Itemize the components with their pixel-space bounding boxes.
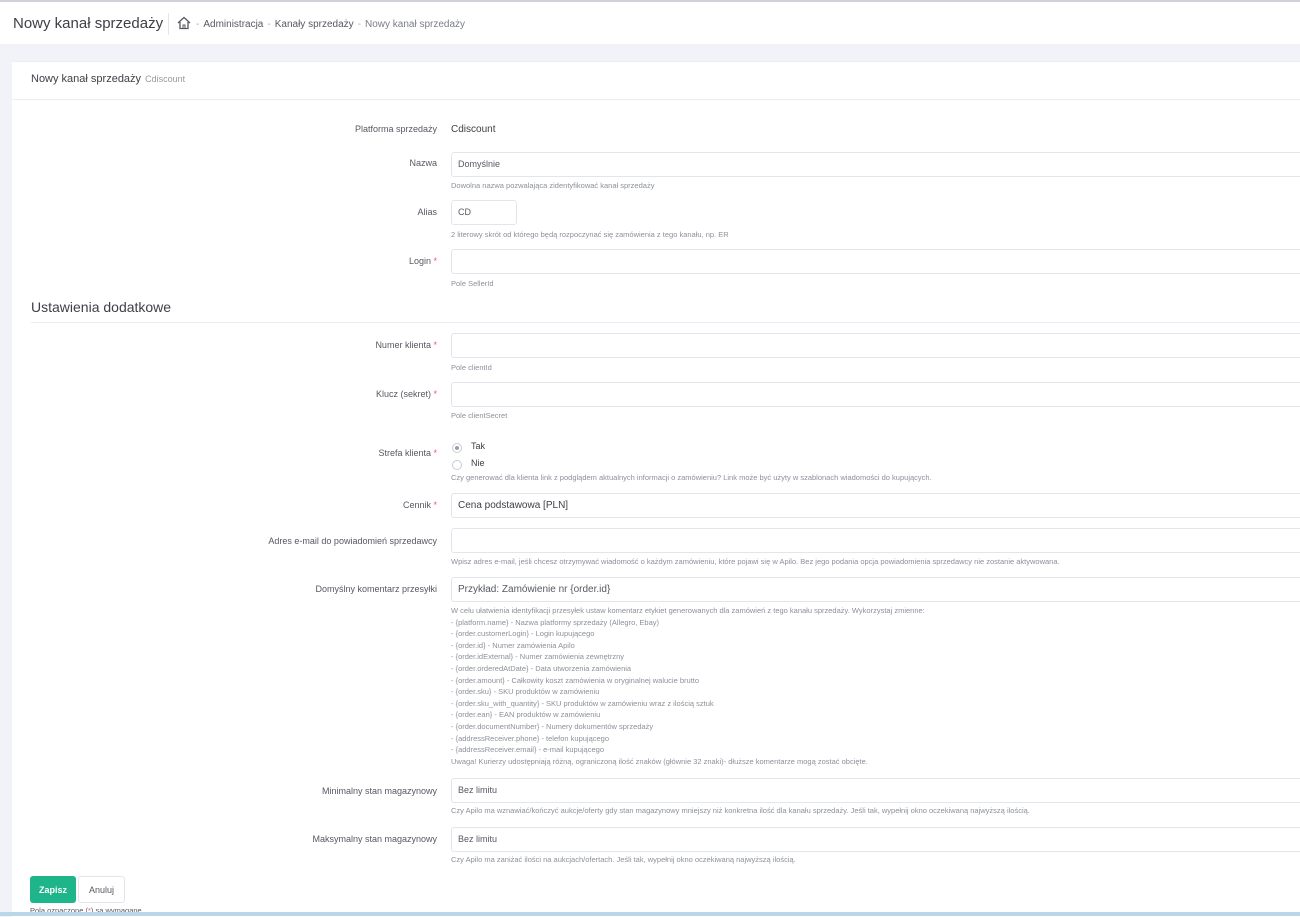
section-title: Ustawienia dodatkowe: [31, 299, 172, 315]
comment-hint-line: Uwaga! Kurierzy udostępniają różną, ogra…: [451, 756, 868, 766]
alias-input[interactable]: CD: [451, 200, 517, 225]
section-divider: [31, 322, 1300, 323]
comment-label: Domyślny komentarz przesyłki: [315, 584, 437, 594]
secret-key-label: Klucz (sekret) *: [375, 389, 437, 399]
platform-label: Platforma sprzedaży: [354, 124, 437, 134]
login-hint: Pole SellerId: [451, 279, 494, 288]
comment-hint-line: - {order.amount} - Całkowity koszt zamów…: [451, 675, 700, 685]
min-stock-input[interactable]: Bez limitu: [451, 778, 1300, 803]
client-number-label: Numer klienta *: [375, 340, 437, 350]
client-zone-option-tak[interactable]: Tak: [471, 441, 485, 451]
comment-hint-line: - {order.id} - Numer zamówienia Apilo: [451, 640, 575, 650]
bottom-scroll-bar: [0, 912, 1300, 916]
client-zone-radio-nie[interactable]: [452, 460, 462, 470]
comment-hint-line: - {order.sku} - SKU produktów w zamówien…: [451, 687, 600, 697]
comment-hint-line: - {addressReceiver.email} - e-mail kupuj…: [451, 745, 604, 755]
email-input[interactable]: [451, 528, 1300, 553]
client-zone-option-nie[interactable]: Nie: [471, 458, 485, 468]
client-number-input[interactable]: [451, 333, 1300, 358]
alias-label: Alias: [417, 207, 437, 217]
max-stock-label: Maksymalny stan magazynowy: [312, 834, 437, 844]
name-input[interactable]: Domyślnie: [451, 152, 1300, 177]
comment-input[interactable]: Przykład: Zamówienie nr {order.id}: [451, 577, 1300, 602]
form-card: Nowy kanał sprzedaży Cdiscount Platforma …: [12, 61, 1300, 917]
name-label: Nazwa: [409, 158, 437, 168]
max-stock-hint: Czy Apilo ma zaniżać ilości na aukcjach/…: [451, 855, 796, 864]
breadcrumb-current: Nowy kanał sprzedaży: [365, 19, 466, 30]
login-input[interactable]: [451, 249, 1300, 274]
comment-hint-line: - {order.idExternal} - Numer zamówienia …: [451, 652, 624, 662]
email-label: Adres e-mail do powiadomień sprzedawcy: [268, 536, 437, 546]
comment-hint-line: - {order.customerLogin} - Login kupujące…: [451, 629, 595, 639]
comment-hint: W celu ułatwienia identyfikacji przesyłe…: [451, 605, 925, 767]
breadcrumb: - Administracja - Kanały sprzedaży - Nowy kan…: [196, 19, 466, 30]
comment-hint-line: - {addressReceiver.phone} - telefon kupu…: [451, 733, 610, 743]
cancel-button[interactable]: Anuluj: [78, 876, 125, 903]
pricelist-label: Cennik *: [402, 500, 437, 510]
home-icon[interactable]: [176, 15, 192, 31]
name-hint: Dowolna nazwa pozwalająca zidentyfikować…: [451, 181, 655, 190]
comment-hint-line: - {order.documentNumber} - Numery dokume…: [451, 721, 654, 731]
top-bar: Nowy kanał sprzedaży - Administracja - Kana…: [0, 0, 1300, 44]
save-button[interactable]: Zapisz: [30, 876, 76, 903]
comment-hint-line: W celu ułatwienia identyfikacji przesyłe…: [451, 606, 925, 615]
login-label: Login *: [408, 256, 437, 266]
client-zone-label: Strefa klienta *: [378, 448, 437, 458]
card-title: Nowy kanał sprzedaży Cdiscount: [31, 73, 186, 85]
secret-key-input[interactable]: [451, 382, 1300, 407]
comment-hint-line: - {platform.name} - Nazwa platformy sprz…: [451, 617, 659, 627]
email-hint: Wpisz adres e-mail, jeśli chcesz otrzymy…: [451, 557, 1060, 566]
breadcrumb-kanaly-sprzedazy[interactable]: Kanały sprzedaży: [275, 19, 354, 30]
max-stock-input[interactable]: Bez limitu: [451, 827, 1300, 852]
platform-value: Cdiscount: [451, 124, 496, 135]
comment-hint-line: - {order.sku_with_quantity} - SKU produk…: [451, 698, 714, 708]
alias-hint: 2 literowy skrót od którego będą rozpocz…: [451, 230, 729, 239]
secret-key-hint: Pole clientSecret: [451, 411, 508, 420]
card-subtitle: Cdiscount: [145, 74, 186, 84]
min-stock-label: Minimalny stan magazynowy: [321, 786, 437, 796]
comment-hint-line: - {order.ean} - EAN produktów w zamówien…: [451, 710, 601, 720]
client-number-hint: Pole clientId: [451, 363, 492, 372]
header-divider: [168, 13, 169, 35]
client-zone-hint: Czy generować dla klienta link z podgląd…: [451, 473, 932, 482]
card-header: Nowy kanał sprzedaży Cdiscount: [12, 62, 1300, 100]
comment-hint-line: - {order.orderedAtDate} - Data utworzeni…: [451, 663, 632, 673]
page-title: Nowy kanał sprzedaży: [13, 15, 164, 32]
min-stock-hint: Czy Apilo ma wznawiać/kończyć aukcje/ofe…: [451, 806, 1030, 815]
breadcrumb-administracja[interactable]: Administracja: [203, 19, 263, 30]
pricelist-select[interactable]: Cena podstawowa [PLN]: [451, 493, 1300, 518]
client-zone-radio-tak[interactable]: [452, 443, 462, 453]
